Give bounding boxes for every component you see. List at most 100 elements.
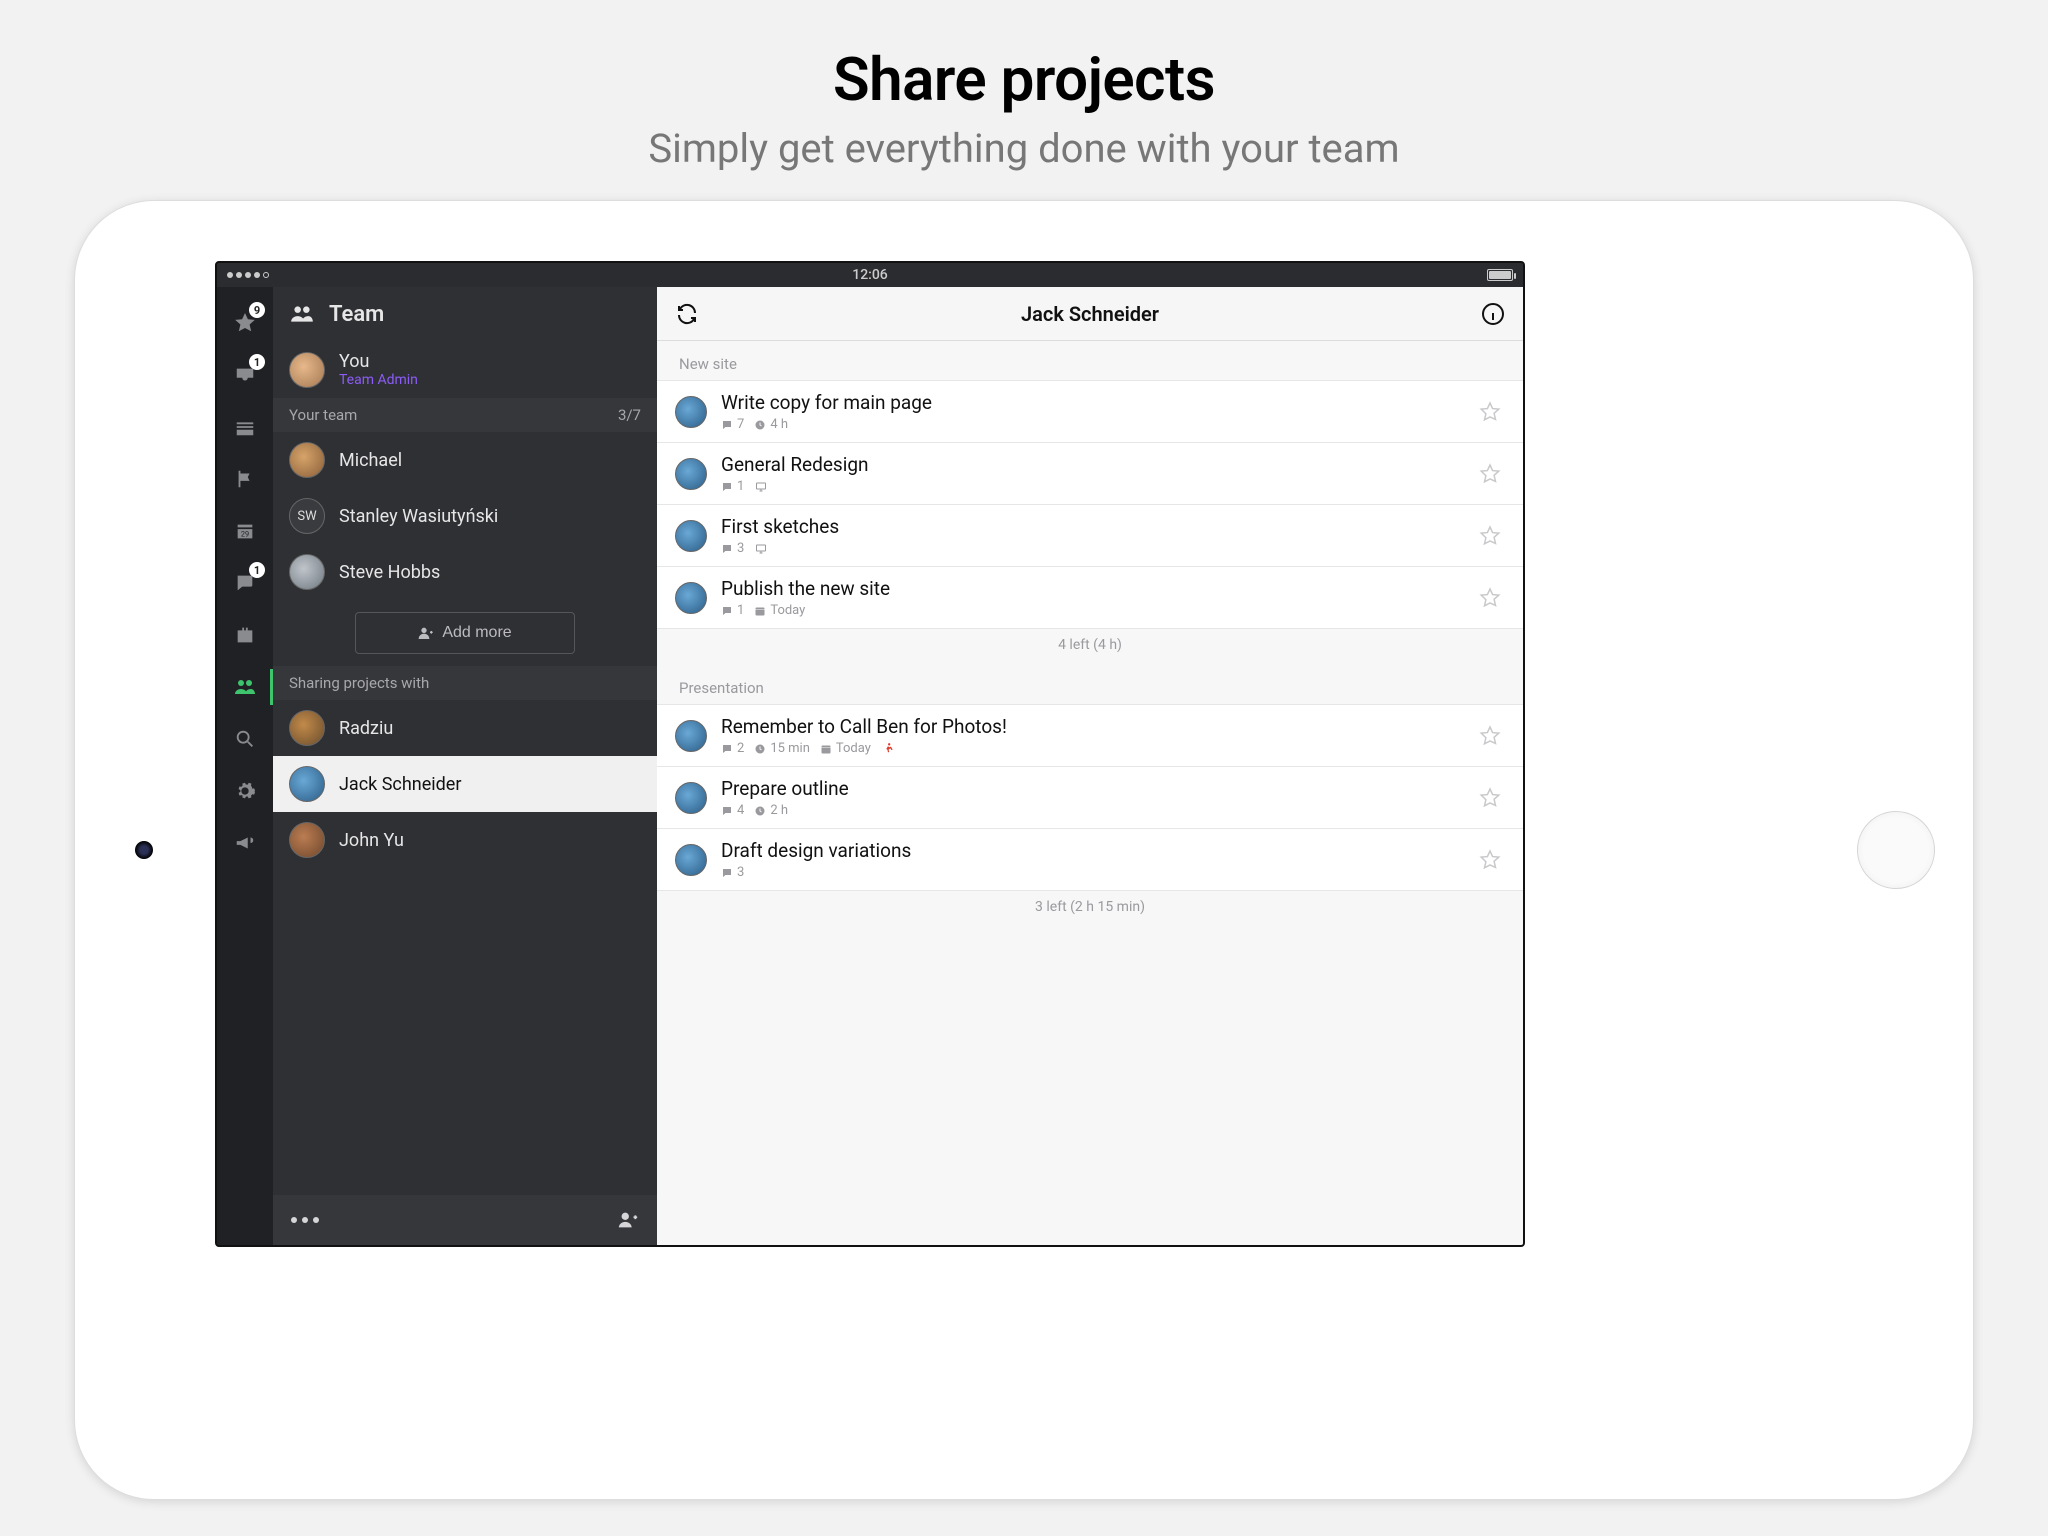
add-person-icon[interactable] xyxy=(617,1209,639,1231)
svg-text:29: 29 xyxy=(241,530,249,539)
sidebar-bottombar xyxy=(273,1195,657,1245)
sidebar-item-member[interactable]: Michael xyxy=(273,432,657,488)
share-name: Jack Schneider xyxy=(339,774,461,795)
member-name: Michael xyxy=(339,450,402,471)
nav-item-inbox[interactable]: 1 xyxy=(217,349,273,401)
badge: 1 xyxy=(249,562,265,578)
sidebar-header: Team xyxy=(273,287,657,341)
battery-icon xyxy=(1487,269,1513,281)
task-row[interactable]: Prepare outline 4 2 h xyxy=(657,766,1523,829)
signal-dots-icon xyxy=(227,272,269,278)
nav-item-calendar[interactable]: 29 xyxy=(217,505,273,557)
nav-item-announce[interactable] xyxy=(217,817,273,869)
nav-rail: 9 1 29 1 xyxy=(217,287,273,1245)
screen-icon xyxy=(754,481,768,493)
info-button[interactable] xyxy=(1477,298,1509,330)
calendar-icon: 29 xyxy=(234,520,256,542)
refresh-icon xyxy=(675,302,699,326)
comments-count: 7 xyxy=(721,417,744,432)
sidebar-section-team: Your team 3/7 xyxy=(273,398,657,432)
section-count: 3/7 xyxy=(618,406,641,424)
sidebar-item-you[interactable]: You Team Admin xyxy=(273,341,657,398)
badge: 1 xyxy=(249,354,265,370)
sidebar-item-share[interactable]: Radziu xyxy=(273,700,657,756)
statusbar: 12:06 xyxy=(217,263,1523,287)
avatar xyxy=(289,352,325,388)
more-button[interactable] xyxy=(291,1217,319,1223)
task-row[interactable]: Remember to Call Ben for Photos! 2 15 min… xyxy=(657,704,1523,767)
comments-count: 2 xyxy=(721,741,744,756)
assignee-avatar xyxy=(675,582,707,614)
task-list[interactable]: New site Write copy for main page 74 h G… xyxy=(657,341,1523,1245)
home-button[interactable] xyxy=(1857,811,1935,889)
share-name: Radziu xyxy=(339,718,393,739)
device-camera xyxy=(135,841,153,859)
nav-item-settings[interactable] xyxy=(217,765,273,817)
task-row[interactable]: First sketches 3 xyxy=(657,504,1523,567)
team-icon xyxy=(233,675,257,699)
sidebar-item-share[interactable]: Jack Schneider xyxy=(273,756,657,812)
duration: 2 h xyxy=(754,803,788,818)
comments-count: 1 xyxy=(721,479,744,494)
star-button[interactable] xyxy=(1475,459,1505,489)
sidebar: Team You Team Admin Your team 3/7 Michae… xyxy=(273,287,657,1245)
avatar xyxy=(289,710,325,746)
briefcase-icon xyxy=(234,624,256,646)
hero-title: Share projects xyxy=(0,44,2048,115)
team-icon xyxy=(289,301,315,327)
comments-count: 1 xyxy=(721,603,744,618)
star-button[interactable] xyxy=(1475,845,1505,875)
add-more-label: Add more xyxy=(442,624,511,642)
task-row[interactable]: General Redesign 1 xyxy=(657,442,1523,505)
sidebar-item-share[interactable]: John Yu xyxy=(273,812,657,868)
add-more-button[interactable]: Add more xyxy=(355,612,575,654)
task-title: Write copy for main page xyxy=(721,391,1461,414)
comments-count: 4 xyxy=(721,803,744,818)
status-time: 12:06 xyxy=(852,267,888,283)
star-button[interactable] xyxy=(1475,783,1505,813)
assignee-avatar xyxy=(675,844,707,876)
star-button[interactable] xyxy=(1475,583,1505,613)
nav-item-team[interactable] xyxy=(217,661,273,713)
nav-item-search[interactable] xyxy=(217,713,273,765)
assignee-avatar xyxy=(675,458,707,490)
avatar xyxy=(289,554,325,590)
comments-count: 3 xyxy=(721,865,744,880)
task-title: Remember to Call Ben for Photos! xyxy=(721,715,1461,738)
member-name: Steve Hobbs xyxy=(339,562,440,583)
section-label: Sharing projects with xyxy=(289,674,429,692)
task-row[interactable]: Publish the new site 1Today xyxy=(657,566,1523,629)
assignee-avatar xyxy=(675,720,707,752)
sidebar-item-member[interactable]: SW Stanley Wasiutyński xyxy=(273,488,657,544)
due-date: Today xyxy=(820,741,871,756)
nav-item-stack[interactable] xyxy=(217,401,273,453)
refresh-button[interactable] xyxy=(671,298,703,330)
main-panel: Jack Schneider New site Write copy for m… xyxy=(657,287,1523,1245)
sidebar-item-member[interactable]: Steve Hobbs xyxy=(273,544,657,600)
device-frame: 12:06 9 1 29 xyxy=(74,200,1974,1500)
share-name: John Yu xyxy=(339,830,404,851)
nav-item-flag[interactable] xyxy=(217,453,273,505)
task-row[interactable]: Draft design variations 3 xyxy=(657,828,1523,891)
star-button[interactable] xyxy=(1475,397,1505,427)
search-icon xyxy=(234,728,256,750)
avatar xyxy=(289,442,325,478)
nav-item-chat[interactable]: 1 xyxy=(217,557,273,609)
user-role: Team Admin xyxy=(339,372,418,388)
star-button[interactable] xyxy=(1475,721,1505,751)
task-title: First sketches xyxy=(721,515,1461,538)
duration: 15 min xyxy=(754,741,810,756)
comments-count: 3 xyxy=(721,541,744,556)
avatar xyxy=(289,822,325,858)
assignee-avatar xyxy=(675,520,707,552)
nav-item-briefcase[interactable] xyxy=(217,609,273,661)
task-title: Publish the new site xyxy=(721,577,1461,600)
avatar-initials: SW xyxy=(289,498,325,534)
star-button[interactable] xyxy=(1475,521,1505,551)
add-person-icon xyxy=(418,625,434,641)
task-row[interactable]: Write copy for main page 74 h xyxy=(657,380,1523,443)
task-title: Prepare outline xyxy=(721,777,1461,800)
section-label: Your team xyxy=(289,406,357,424)
nav-item-starred[interactable]: 9 xyxy=(217,297,273,349)
task-title: Draft design variations xyxy=(721,839,1461,862)
